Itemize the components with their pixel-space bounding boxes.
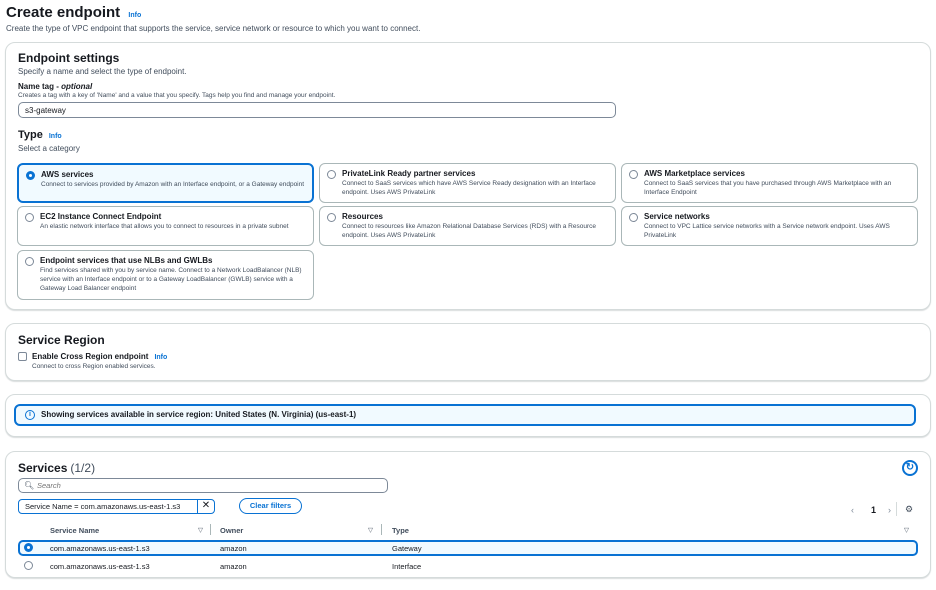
radio-icon[interactable] bbox=[25, 213, 34, 222]
table-row[interactable]: com.amazonaws.us-east-1.s3 amazon Interf… bbox=[18, 558, 918, 574]
type-tile-marketplace[interactable]: AWS Marketplace services Connect to SaaS… bbox=[621, 163, 918, 203]
chevron-left-icon[interactable]: ‹ bbox=[851, 505, 854, 515]
page-title: Create endpoint bbox=[6, 4, 121, 21]
info-circle-icon: i bbox=[25, 410, 35, 420]
refresh-icon[interactable]: ↻ bbox=[902, 460, 918, 476]
owner-cell: amazon bbox=[220, 562, 247, 571]
cross-region-checkbox[interactable] bbox=[18, 352, 27, 361]
name-tag-description: Creates a tag with a key of 'Name' and a… bbox=[18, 92, 336, 99]
pager-divider bbox=[896, 502, 897, 516]
type-tile-privatelink-partner[interactable]: PrivateLink Ready partner services Conne… bbox=[319, 163, 616, 203]
type-tile-ec2-instance-connect[interactable]: EC2 Instance Connect Endpoint An elastic… bbox=[17, 206, 314, 246]
type-tile-description: Connect to services provided by Amazon w… bbox=[41, 181, 305, 188]
alert-text: Showing services available in service re… bbox=[41, 410, 357, 419]
services-panel: Services(1/2) ↻ 🔍︎ Service Name = com.am… bbox=[5, 451, 931, 578]
radio-selected-icon[interactable] bbox=[26, 171, 35, 180]
name-tag-input[interactable] bbox=[18, 102, 616, 118]
type-tile-description: An elastic network interface that allows… bbox=[40, 223, 289, 230]
service-name-cell: com.amazonaws.us-east-1.s3 bbox=[50, 562, 150, 571]
type-tile-resources[interactable]: Resources Connect to resources like Amaz… bbox=[319, 206, 616, 246]
gear-icon[interactable]: ⚙ bbox=[905, 504, 913, 515]
type-info-link[interactable]: Info bbox=[49, 133, 62, 140]
radio-icon[interactable] bbox=[24, 561, 33, 570]
service-name-cell: com.amazonaws.us-east-1.s3 bbox=[50, 544, 150, 553]
filter-token-text: Service Name = com.amazonaws.us-east-1.s… bbox=[25, 502, 181, 511]
type-tile-aws-services[interactable]: AWS services Connect to services provide… bbox=[17, 163, 314, 203]
page-number[interactable]: 1 bbox=[871, 505, 876, 515]
table-row[interactable]: com.amazonaws.us-east-1.s3 amazon Gatewa… bbox=[18, 540, 918, 556]
page-description: Create the type of VPC endpoint that sup… bbox=[6, 24, 421, 33]
owner-cell: amazon bbox=[220, 544, 247, 553]
page-info-link[interactable]: Info bbox=[128, 12, 141, 19]
type-tile-description: Connect to VPC Lattice service networks … bbox=[644, 223, 890, 239]
service-region-panel: Service Region Enable Cross Region endpo… bbox=[5, 323, 931, 381]
search-box[interactable]: 🔍︎ bbox=[18, 478, 388, 493]
endpoint-settings-subtitle: Specify a name and select the type of en… bbox=[18, 67, 187, 76]
column-divider[interactable] bbox=[381, 524, 382, 535]
type-tile-description: Connect to SaaS services that you have p… bbox=[644, 180, 892, 196]
clear-filters-button[interactable]: Clear filters bbox=[239, 498, 302, 514]
cross-region-label: Enable Cross Region endpoint Info bbox=[32, 352, 168, 361]
service-region-title: Service Region bbox=[18, 333, 105, 347]
type-tile-description: Connect to SaaS services which have AWS … bbox=[342, 180, 596, 196]
type-tile-title: Service networks bbox=[644, 212, 710, 221]
type-tile-title: AWS Marketplace services bbox=[644, 169, 745, 178]
radio-icon[interactable] bbox=[629, 170, 638, 179]
type-tile-description: Connect to resources like Amazon Relatio… bbox=[342, 223, 596, 239]
type-tile-title: Endpoint services that use NLBs and GWLB… bbox=[40, 256, 213, 265]
endpoint-settings-title: Endpoint settings bbox=[18, 51, 120, 65]
column-header-owner[interactable]: Owner bbox=[220, 526, 243, 535]
type-tile-description: Find services shared with you by service… bbox=[40, 267, 302, 292]
radio-selected-icon[interactable] bbox=[24, 543, 33, 552]
type-subtitle: Select a category bbox=[18, 144, 80, 153]
column-divider[interactable] bbox=[210, 524, 211, 535]
radio-icon[interactable] bbox=[327, 170, 336, 179]
type-cell: Interface bbox=[392, 562, 422, 571]
type-cell: Gateway bbox=[392, 544, 422, 553]
radio-icon[interactable] bbox=[327, 213, 336, 222]
chevron-right-icon[interactable]: › bbox=[888, 505, 891, 515]
filter-token: Service Name = com.amazonaws.us-east-1.s… bbox=[18, 498, 215, 514]
cross-region-description: Connect to cross Region enabled services… bbox=[32, 363, 156, 370]
caret-down-icon[interactable]: ▽ bbox=[368, 526, 373, 534]
services-count: (1/2) bbox=[70, 461, 96, 475]
search-input[interactable] bbox=[37, 480, 377, 491]
type-tile-title: Resources bbox=[342, 212, 383, 221]
column-header-type[interactable]: Type bbox=[392, 526, 409, 535]
endpoint-settings-panel: Endpoint settings Specify a name and sel… bbox=[5, 42, 931, 310]
cross-region-info-link[interactable]: Info bbox=[154, 354, 167, 361]
search-icon: 🔍︎ bbox=[24, 481, 35, 490]
radio-icon[interactable] bbox=[25, 257, 34, 266]
services-title: Services (1/2) bbox=[18, 461, 96, 475]
caret-down-icon[interactable]: ▽ bbox=[904, 526, 909, 534]
close-icon[interactable]: ✕ bbox=[197, 498, 214, 514]
type-title: Type Info bbox=[18, 129, 62, 141]
type-tile-service-networks[interactable]: Service networks Connect to VPC Lattice … bbox=[621, 206, 918, 246]
type-tile-title: AWS services bbox=[41, 170, 94, 179]
region-alert-panel: i Showing services available in service … bbox=[5, 394, 931, 437]
column-header-service-name[interactable]: Service Name bbox=[50, 526, 99, 535]
info-alert: i Showing services available in service … bbox=[14, 404, 916, 426]
radio-icon[interactable] bbox=[629, 213, 638, 222]
type-tile-title: EC2 Instance Connect Endpoint bbox=[40, 212, 162, 221]
type-tile-nlb-gwlb[interactable]: Endpoint services that use NLBs and GWLB… bbox=[17, 250, 314, 300]
caret-down-icon[interactable]: ▽ bbox=[198, 526, 203, 534]
type-tile-title: PrivateLink Ready partner services bbox=[342, 169, 476, 178]
name-tag-label: Name tag - optional bbox=[18, 82, 93, 91]
page-header: Create endpoint Info Create the type of … bbox=[6, 4, 420, 33]
